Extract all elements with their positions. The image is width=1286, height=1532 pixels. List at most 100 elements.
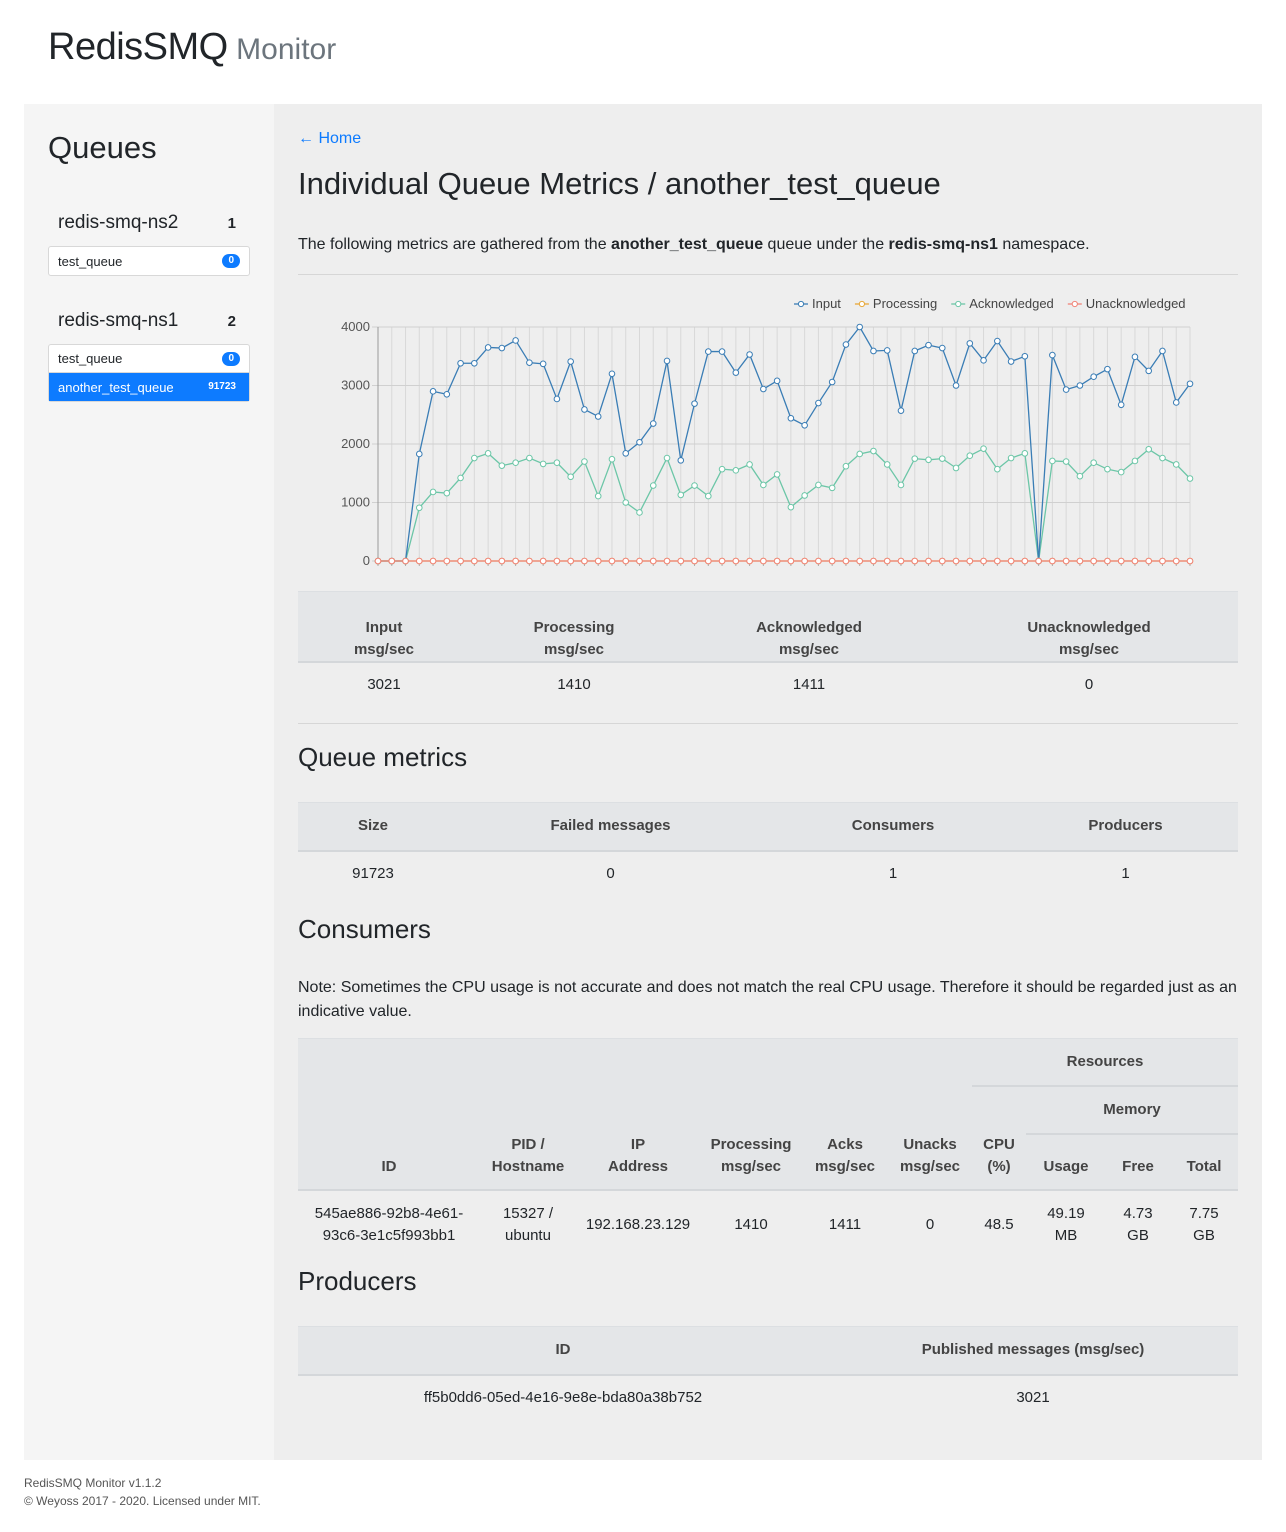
data-point [443, 557, 451, 565]
data-point [484, 557, 492, 565]
data-point [938, 344, 946, 352]
data-point [1090, 557, 1097, 565]
data-point [539, 360, 547, 368]
desc-text: The following metrics are gathered from … [298, 236, 607, 253]
data-point [677, 557, 685, 565]
data-point [581, 557, 588, 565]
data-point [980, 357, 987, 364]
page-description: The following metrics are gathered from … [298, 236, 1090, 254]
queue-item[interactable]: test_queue 0 [49, 345, 249, 373]
data-point [1104, 557, 1111, 565]
data-point [581, 458, 588, 465]
data-point [429, 488, 437, 496]
data-point [471, 557, 478, 565]
home-link[interactable]: ← Home [298, 130, 361, 148]
section-title-consumers: Consumers [298, 914, 431, 944]
data-point [883, 461, 891, 468]
data-point [870, 557, 877, 565]
legend-marker-dot [797, 300, 805, 308]
data-point [1090, 459, 1097, 467]
consumer-processing: 1410 [700, 1189, 802, 1260]
data-point [1062, 557, 1070, 565]
data-point [705, 557, 712, 565]
producers-table: ID Published messages (msg/sec) ff5b0dd6… [298, 1326, 1238, 1421]
col-header-failed: Failed messages [448, 802, 773, 852]
data-point [608, 455, 616, 463]
page-container: Queues redis-smq-ns2 1 test_queue 0 redi… [24, 104, 1262, 1460]
data-point [663, 557, 671, 565]
data-point [1049, 351, 1056, 359]
queue-size-badge: 91723 [208, 381, 236, 392]
data-point [567, 358, 574, 365]
data-point [553, 459, 561, 467]
col-header-pid: PID / Hostname [480, 1133, 576, 1191]
data-point [1076, 382, 1084, 389]
data-point [636, 509, 643, 516]
data-point [526, 557, 533, 565]
namespace-queue-count: 1 [227, 214, 236, 232]
footer: RedisSMQ Monitor v1.1.2 © Weyoss 2017 - … [24, 1474, 261, 1510]
consumer-id: 545ae886-92b8-4e61- 93c6-3e1c5f993bb1 [298, 1189, 480, 1260]
data-point [856, 450, 863, 458]
col-header-consumers: Consumers [773, 802, 1013, 852]
namespace-name: redis-smq-ns1 [58, 310, 179, 331]
data-point [1145, 557, 1153, 565]
data-point [374, 557, 382, 565]
data-point [457, 557, 464, 565]
data-point [856, 557, 863, 565]
data-point [1131, 457, 1139, 465]
data-point [773, 557, 781, 565]
input-rate: 3021 [298, 661, 470, 708]
data-point [594, 413, 602, 420]
legend-marker-dot [955, 300, 962, 308]
data-point [980, 445, 987, 452]
data-point [1062, 386, 1070, 393]
data-point [1062, 458, 1070, 465]
y-tick-label: 1000 [341, 495, 370, 510]
producers-count: 1 [1013, 850, 1238, 897]
consumer-ip: 192.168.23.129 [576, 1189, 700, 1260]
y-tick-label: 3000 [341, 378, 370, 393]
data-point [1172, 557, 1180, 565]
data-point [526, 359, 533, 366]
data-point [760, 481, 767, 489]
queue-item[interactable]: test_queue 0 [49, 247, 249, 275]
data-point [526, 454, 533, 462]
data-point [402, 557, 409, 565]
namespace-group: redis-smq-ns1 2 test_queue 0 another_tes… [48, 306, 250, 402]
data-point [539, 557, 547, 565]
data-point [966, 340, 974, 347]
data-point [1186, 557, 1194, 565]
namespace-header: redis-smq-ns1 2 [48, 306, 250, 336]
data-point [801, 492, 808, 499]
data-point [746, 557, 753, 565]
data-point [457, 474, 464, 482]
data-point [498, 344, 506, 352]
col-header-producers: Producers [1013, 802, 1238, 852]
data-point [828, 484, 836, 492]
col-header-acks: Acks msg/sec [802, 1133, 888, 1191]
data-point [594, 492, 602, 500]
queue-item-active[interactable]: another_test_queue 91723 [49, 373, 249, 401]
data-point [1049, 557, 1056, 565]
data-point [883, 557, 891, 565]
data-point [553, 395, 561, 403]
queue-list: test_queue 0 [48, 246, 250, 276]
data-point [636, 557, 643, 565]
data-point [608, 557, 616, 565]
data-point [842, 341, 850, 348]
data-point [471, 359, 478, 367]
footer-copyright: © Weyoss 2017 - 2020. Licensed under MIT… [24, 1494, 261, 1508]
data-point [677, 491, 685, 499]
namespace-header: redis-smq-ns2 1 [48, 208, 250, 238]
data-point [1007, 557, 1015, 565]
col-header-cpu: CPU (%) [972, 1133, 1026, 1191]
data-point [415, 450, 423, 458]
data-point [649, 482, 657, 489]
data-point [484, 344, 492, 351]
sidebar: Queues redis-smq-ns2 1 test_queue 0 redi… [24, 104, 274, 1460]
data-point [952, 464, 960, 472]
data-point [718, 465, 726, 473]
app-header: RedisSMQ Monitor [48, 26, 336, 76]
data-point [732, 557, 740, 565]
